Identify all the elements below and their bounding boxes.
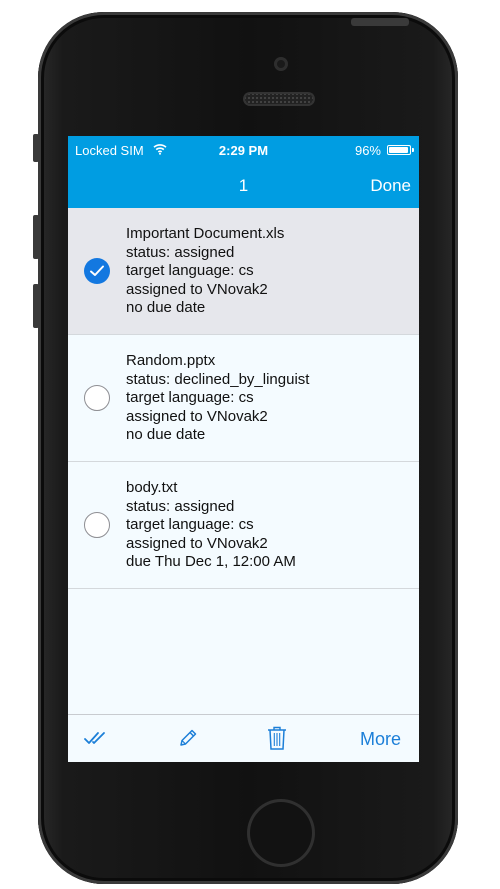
item-details: body.txt status: assigned target languag…	[126, 479, 296, 572]
done-button[interactable]: Done	[370, 176, 411, 196]
item-assignee: assigned to VNovak2	[126, 407, 268, 425]
item-due-date: no due date	[126, 299, 206, 317]
item-details: Important Document.xls status: assigned …	[126, 225, 284, 318]
item-due-date: no due date	[126, 426, 206, 444]
earpiece-speaker	[243, 92, 315, 106]
front-camera	[274, 57, 288, 71]
status-bar: Locked SIM 2:29 PM 96%	[68, 136, 419, 164]
item-due-date: due Thu Dec 1, 12:00 AM	[126, 553, 296, 571]
selected-checkmark-icon[interactable]	[84, 258, 110, 284]
unselected-circle-icon[interactable]	[84, 385, 110, 411]
volume-up-button	[33, 215, 39, 259]
mute-switch	[33, 134, 39, 162]
item-assignee: assigned to VNovak2	[126, 534, 268, 552]
item-details: Random.pptx status: declined_by_linguist…	[126, 352, 309, 445]
more-button[interactable]: More	[360, 729, 401, 750]
volume-down-button	[33, 284, 39, 328]
item-language: target language: cs	[126, 389, 254, 407]
item-status: status: assigned	[126, 497, 235, 515]
home-button[interactable]	[247, 799, 315, 867]
item-filename: body.txt	[126, 479, 178, 496]
item-language: target language: cs	[126, 262, 254, 280]
item-filename: Random.pptx	[126, 352, 216, 369]
item-status: status: assigned	[126, 243, 235, 261]
pencil-icon[interactable]	[177, 727, 199, 749]
list-item[interactable]: Random.pptx status: declined_by_linguist…	[68, 335, 419, 462]
item-status: status: declined_by_linguist	[126, 370, 310, 388]
header: Locked SIM 2:29 PM 96% 1 Done	[68, 136, 419, 208]
screen: Locked SIM 2:29 PM 96% 1 Done Important …	[68, 136, 419, 762]
battery-percent: 96%	[354, 143, 381, 158]
list-item[interactable]: Important Document.xls status: assigned …	[68, 208, 419, 335]
battery-icon	[387, 145, 414, 155]
list-item[interactable]: body.txt status: assigned target languag…	[68, 462, 419, 589]
item-language: target language: cs	[126, 516, 254, 534]
power-button	[351, 18, 409, 26]
trash-icon[interactable]	[266, 725, 288, 751]
file-list: Important Document.xls status: assigned …	[68, 208, 419, 589]
double-check-icon[interactable]	[84, 730, 108, 746]
selection-count-title: 1	[238, 176, 249, 195]
item-filename: Important Document.xls	[126, 225, 285, 242]
bottom-toolbar: More	[68, 714, 419, 762]
item-assignee: assigned to VNovak2	[126, 280, 268, 298]
unselected-circle-icon[interactable]	[84, 512, 110, 538]
